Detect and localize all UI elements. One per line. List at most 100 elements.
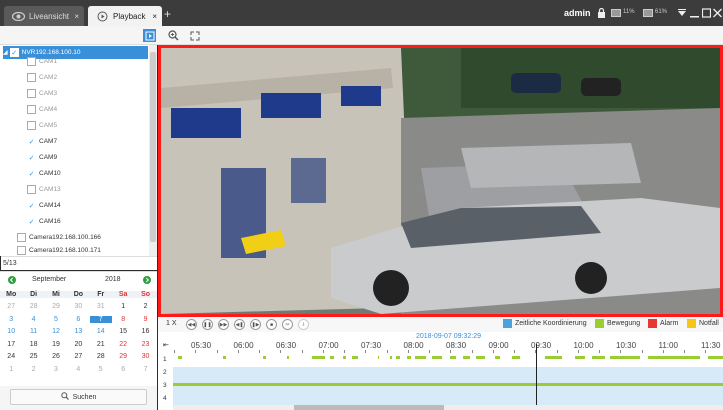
calendar-day[interactable]: 27 (0, 303, 22, 310)
calendar-day[interactable]: 19 (45, 341, 67, 348)
calendar-day[interactable]: 6 (67, 316, 89, 323)
tree-node-camera[interactable]: ✓ CAM16 (27, 215, 61, 228)
checkbox[interactable]: ✓ (9, 48, 19, 57)
calendar-day[interactable]: 15 (112, 328, 134, 335)
calendar-day[interactable]: 29 (45, 303, 67, 310)
calendar-day[interactable]: 26 (45, 353, 67, 360)
calendar-day[interactable]: 23 (134, 341, 156, 348)
timeline-cursor[interactable] (536, 344, 537, 406)
calendar-day[interactable]: 5 (45, 316, 67, 323)
checkbox[interactable] (27, 121, 36, 130)
calendar-day[interactable]: 1 (0, 366, 22, 373)
checkbox[interactable]: ✓ (27, 217, 36, 226)
calendar-day[interactable]: 12 (45, 328, 67, 335)
tree-node-camera[interactable]: CAM2 (27, 71, 57, 84)
calendar-day[interactable]: 5 (90, 366, 112, 373)
checkbox[interactable]: ✓ (27, 201, 36, 210)
calendar-day[interactable]: 6 (112, 366, 134, 373)
checkbox[interactable] (27, 185, 36, 194)
tree-node-nvr[interactable]: ◢ ✓ NVR192.168.100.10 (3, 46, 148, 59)
clip-button[interactable]: ✂ (282, 319, 293, 330)
fast-forward-button[interactable]: ▶▶ (218, 319, 229, 330)
checkbox[interactable]: ✓ (27, 137, 36, 146)
timeline-row[interactable] (173, 380, 723, 393)
tree-node-camera[interactable]: CAM3 (27, 87, 57, 100)
calendar-day[interactable]: 27 (67, 353, 89, 360)
timeline-collapse-icon[interactable]: ⇤ (163, 341, 169, 349)
prev-month-icon[interactable] (8, 276, 16, 286)
minimize-icon[interactable] (690, 8, 699, 20)
timeline-row[interactable] (173, 354, 723, 367)
checkbox[interactable]: ✓ (27, 169, 36, 178)
timeline-scrollbar-thumb[interactable] (294, 405, 444, 410)
stop-button[interactable]: ■ (266, 319, 277, 330)
tree-node-camera-166[interactable]: Camera192.168.100.166 (17, 231, 101, 244)
calendar-day[interactable]: 10 (0, 328, 22, 335)
tab-playback[interactable]: Playback × (88, 6, 162, 26)
calendar-day[interactable]: 4 (22, 316, 44, 323)
tab-close-button[interactable]: × (74, 12, 79, 21)
calendar-day[interactable]: 2 (22, 366, 44, 373)
calendar-day[interactable]: 3 (45, 366, 67, 373)
calendar-day[interactable]: 7 (89, 315, 112, 323)
calendar-day[interactable]: 2 (134, 303, 156, 310)
step-back-button[interactable]: ◀❚ (234, 319, 245, 330)
checkbox[interactable] (27, 105, 36, 114)
calendar-day[interactable]: 9 (134, 316, 156, 323)
tree-scrollbar-thumb[interactable] (150, 52, 156, 242)
lock-icon[interactable] (597, 7, 606, 20)
calendar-day[interactable]: 30 (134, 353, 156, 360)
checkbox[interactable]: ✓ (27, 153, 36, 162)
calendar-day[interactable]: 29 (112, 353, 134, 360)
tree-node-camera-171[interactable]: Camera192.168.100.171 (17, 245, 101, 255)
next-month-icon[interactable] (143, 276, 151, 286)
calendar-day[interactable]: 17 (0, 341, 22, 348)
tree-node-camera[interactable]: CAM5 (27, 119, 57, 132)
new-tab-button[interactable]: + (164, 8, 171, 20)
search-button[interactable]: Suchen (10, 389, 147, 405)
download-button[interactable]: ⬇ (298, 319, 309, 330)
tree-node-camera[interactable]: ✓ CAM14 (27, 199, 61, 212)
checkbox[interactable] (17, 245, 26, 255)
sidebar-toggle-icon[interactable] (143, 29, 156, 42)
fullscreen-icon[interactable] (188, 29, 201, 42)
checkbox[interactable] (17, 233, 26, 242)
tree-node-camera[interactable]: CAM13 (27, 183, 61, 196)
calendar-day[interactable]: 31 (90, 303, 112, 310)
checkbox[interactable] (27, 89, 36, 98)
tab-liveansicht[interactable]: Liveansicht × (4, 6, 84, 26)
zoom-icon[interactable] (167, 29, 180, 42)
close-window-icon[interactable] (713, 8, 722, 20)
checkbox[interactable] (27, 73, 36, 82)
calendar-day[interactable]: 24 (0, 353, 22, 360)
calendar-day[interactable]: 13 (67, 328, 89, 335)
collapse-icon[interactable]: ◢ (3, 49, 8, 56)
calendar-day[interactable]: 1 (112, 303, 134, 310)
calendar-day[interactable]: 30 (67, 303, 89, 310)
menu-dropdown-icon[interactable] (677, 8, 687, 20)
calendar-day[interactable]: 14 (90, 328, 112, 335)
calendar-day[interactable]: 21 (90, 341, 112, 348)
tree-node-camera[interactable]: ✓ CAM7 (27, 135, 57, 148)
pause-button[interactable]: ❚❚ (202, 319, 213, 330)
slow-down-button[interactable]: ◀◀ (186, 319, 197, 330)
calendar-day[interactable]: 18 (22, 341, 44, 348)
video-player[interactable] (158, 45, 723, 317)
calendar-day[interactable]: 3 (0, 316, 22, 323)
calendar-day[interactable]: 28 (22, 303, 44, 310)
calendar-day[interactable]: 25 (22, 353, 44, 360)
calendar-day[interactable]: 4 (67, 366, 89, 373)
calendar-day[interactable]: 7 (134, 366, 156, 373)
timeline-scrollbar[interactable] (173, 405, 723, 410)
tree-node-camera[interactable]: CAM1 (27, 55, 57, 68)
tree-node-camera[interactable]: ✓ CAM10 (27, 167, 61, 180)
checkbox[interactable] (27, 57, 36, 66)
calendar-day[interactable]: 11 (22, 328, 44, 335)
tree-node-camera[interactable]: CAM4 (27, 103, 57, 116)
calendar-day[interactable]: 8 (112, 316, 134, 323)
calendar-day[interactable]: 22 (112, 341, 134, 348)
calendar-day[interactable]: 28 (90, 353, 112, 360)
calendar-day[interactable]: 20 (67, 341, 89, 348)
timeline-row[interactable] (173, 367, 723, 380)
step-forward-button[interactable]: ❚▶ (250, 319, 261, 330)
